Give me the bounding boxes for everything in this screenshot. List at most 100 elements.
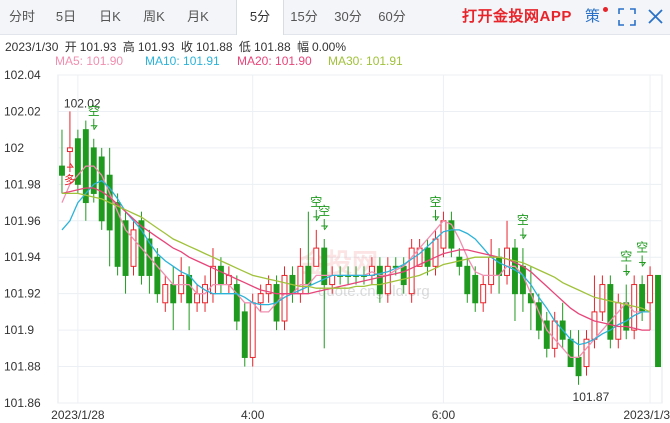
y-tick-label: 101.86 (4, 396, 41, 410)
tab-3[interactable]: 周K (132, 0, 176, 34)
candle-body (607, 284, 614, 340)
candle-body (647, 274, 654, 304)
trade-signal-label: 空 (88, 104, 100, 118)
tab-4[interactable]: 月K (176, 0, 220, 34)
quote-date: 2023/1/30 (5, 40, 59, 54)
change-label: 幅 (296, 40, 309, 54)
candle-body (551, 320, 558, 349)
high-label: 高 (122, 40, 135, 54)
candle-body (353, 274, 359, 277)
close-label: 收 (180, 40, 193, 54)
tab-1[interactable]: 5日 (44, 0, 88, 34)
candle-body (66, 147, 73, 153)
candle-body (559, 320, 566, 340)
close-icon[interactable] (648, 9, 663, 24)
candle-body (496, 256, 503, 276)
candle-body (345, 274, 352, 277)
signal-arrow-head-icon (432, 216, 440, 222)
candle-body (162, 284, 169, 304)
candle-body (472, 274, 479, 304)
candle-body (337, 274, 344, 277)
y-tick-label: 101.88 (4, 360, 41, 374)
candle-body (591, 311, 598, 340)
candle-body (281, 274, 288, 322)
candle-body (90, 147, 97, 194)
price-annotation: 102.02 (64, 96, 101, 110)
candle-body (623, 302, 630, 331)
candle-body (265, 284, 272, 295)
candle-body (519, 265, 526, 295)
x-tick-label: 6:00 (432, 408, 456, 422)
y-tick-label: 101.96 (4, 214, 41, 228)
candle-body (480, 284, 487, 304)
high-value: 101.93 (137, 40, 175, 54)
trade-signal-label: 空 (517, 213, 529, 227)
candle-body (289, 274, 296, 295)
ma-line-ma20 (61, 187, 651, 331)
candle-body (82, 129, 89, 204)
open-label: 开 (64, 40, 77, 54)
signal-arrow-head-icon (90, 125, 98, 131)
trade-signal-label: 空 (318, 204, 330, 218)
signal-arrow-head-icon (321, 225, 329, 231)
candle-body (599, 284, 606, 313)
candle-body (225, 274, 232, 286)
notification-dot (603, 7, 608, 12)
candle-body (257, 293, 264, 304)
price-annotation: 101.87 (573, 390, 610, 404)
candle-body (186, 274, 193, 304)
candle-body (154, 256, 161, 295)
x-tick-label: 2023/1/28 (51, 408, 105, 422)
ma-line-ma5 (61, 165, 651, 359)
candle-body (615, 302, 622, 340)
plot-frame (57, 74, 663, 404)
candle-body (567, 338, 574, 368)
candle-body (655, 274, 661, 368)
ma30-legend: MA30: 101.91 (328, 54, 403, 68)
candle-body (233, 284, 240, 322)
candle-body (432, 238, 439, 267)
candle-body (376, 265, 383, 295)
candle-body (424, 247, 431, 267)
open-value: 101.93 (79, 40, 117, 54)
tab-6[interactable]: 15分 (282, 0, 326, 34)
candle-body (543, 320, 550, 349)
candle-body (400, 265, 407, 286)
ma-line-ma10 (61, 179, 651, 346)
tab-0[interactable]: 分时 (0, 0, 44, 34)
candle-body (74, 138, 81, 185)
candle-body (535, 302, 542, 331)
fullscreen-icon[interactable] (618, 8, 636, 26)
candle-body (464, 265, 471, 295)
candle-body (194, 293, 201, 304)
candle-body (59, 165, 65, 176)
low-value: 101.88 (253, 40, 291, 54)
trade-signal-label: 空 (620, 250, 632, 264)
candle-body (106, 174, 113, 231)
candle-body (488, 256, 495, 286)
signal-arrow-head-icon (519, 234, 527, 240)
signal-arrow-head-icon (623, 271, 631, 276)
strategy-button[interactable]: 策 (585, 0, 600, 34)
candle-body (305, 265, 312, 286)
candle-body (249, 302, 256, 358)
tab-5[interactable]: 5分 (236, 0, 284, 35)
tab-8[interactable]: 60分 (370, 0, 414, 34)
candle-body (297, 265, 304, 295)
x-tick-label: 4:00 (241, 408, 265, 422)
ohlc-quote-line: 2023/1/30 开 101.93 高 101.93 收 101.88 低 101.8… (5, 38, 349, 55)
tab-7[interactable]: 30分 (326, 0, 370, 34)
y-tick-label: 102 (4, 141, 24, 155)
trade-signal-label: 空 (310, 195, 322, 209)
ma10-legend: MA10: 101.91 (145, 54, 220, 68)
candle-body (130, 229, 137, 267)
candle-body (639, 284, 646, 313)
candle-body (329, 274, 336, 286)
candle-body (512, 247, 518, 295)
trade-signal-label: 空 (429, 195, 441, 209)
open-app-promo-link[interactable]: 打开金投网APP (462, 0, 572, 34)
tab-2[interactable]: 日K (88, 0, 132, 34)
candle-body (138, 220, 145, 276)
candle-body (440, 220, 447, 249)
candle-body (448, 220, 455, 249)
